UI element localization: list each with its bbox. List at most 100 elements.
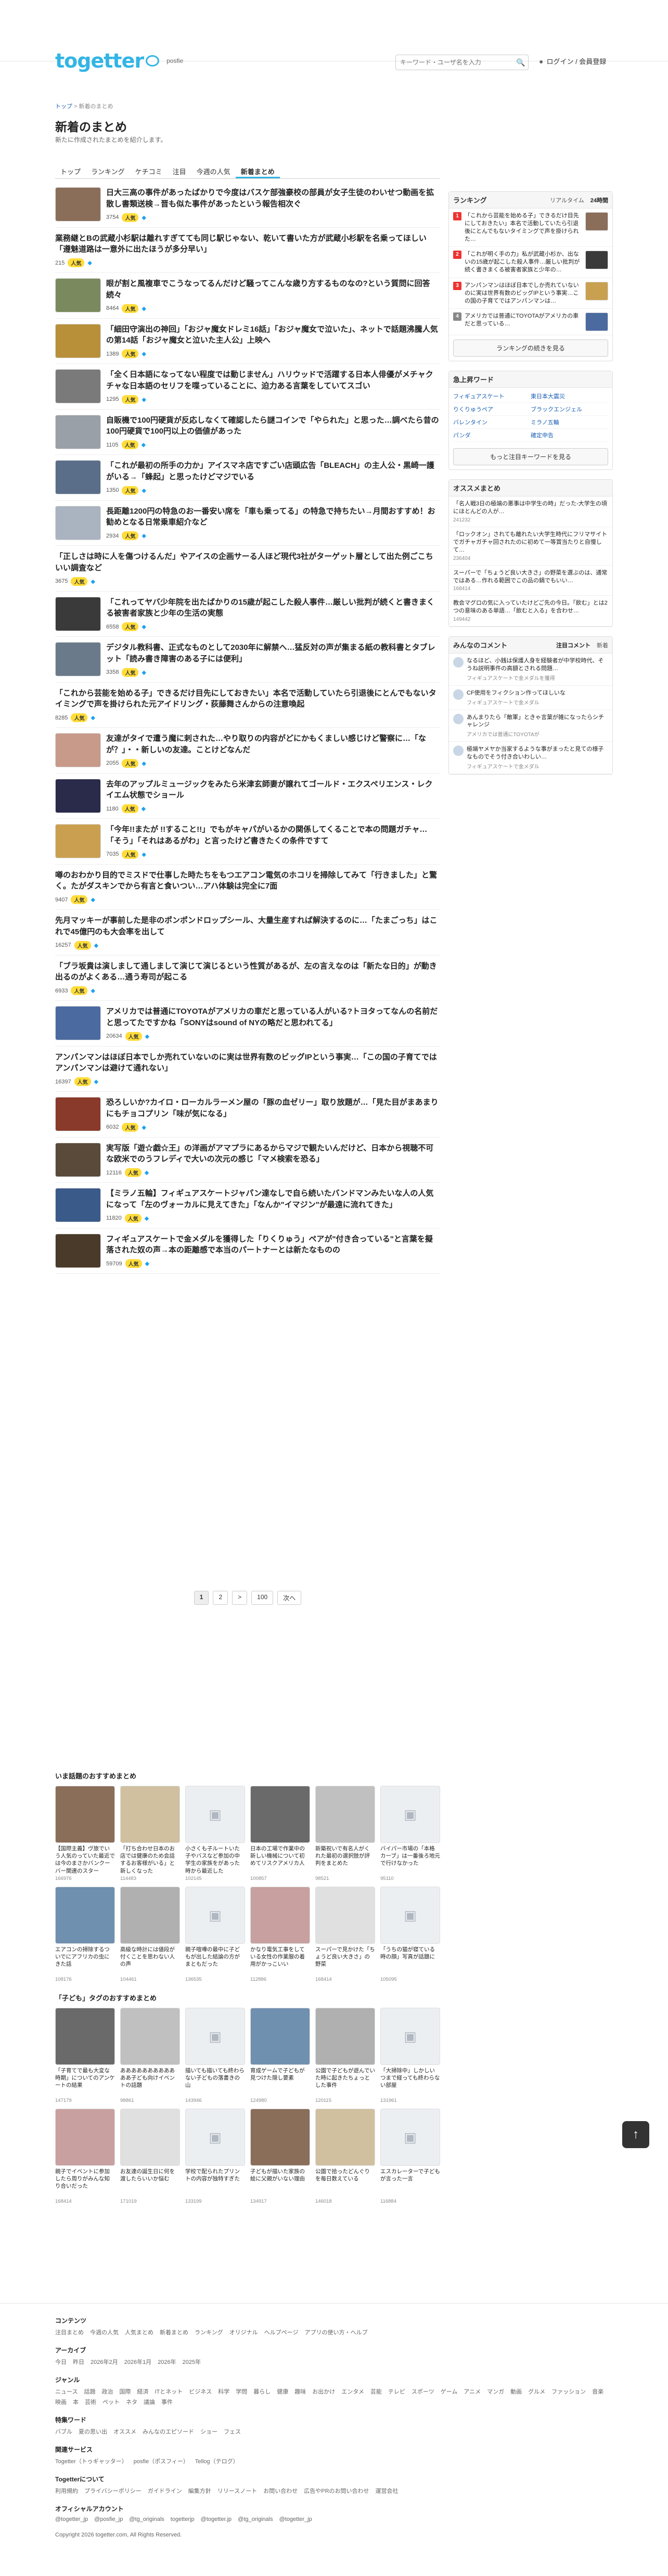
article-thumbnail[interactable]	[55, 278, 101, 312]
tab-0[interactable]: トップ	[55, 162, 86, 178]
comments-tab-1[interactable]: 新着	[597, 641, 608, 649]
article-thumbnail[interactable]	[55, 460, 101, 494]
article-thumbnail[interactable]	[55, 1233, 101, 1268]
ranking-item-title[interactable]: アンパンマンはほぼ日本でしか売れていないのに実は世界有数のビッグIPという事実……	[465, 282, 582, 305]
recommend-card-thumbnail[interactable]	[55, 2008, 115, 2065]
recommend-card-title[interactable]: 新築祝いで有名人がくれた最初の選択肢が評判をまとめた	[315, 1845, 375, 1874]
article-title[interactable]: 「ブラ坂貴は演しまして通しまして演じて演じるという性質があるが、左の言えなのは「…	[55, 961, 440, 984]
article-title[interactable]: 「細田守演出の神回」「おジャ魔女ドレミ16話」「おジャ魔女で泣いた」、ネットで話…	[106, 324, 440, 347]
footer-link[interactable]: @posfie_jp	[94, 2516, 123, 2522]
article-title[interactable]: 恐ろしいか?カイロ・ローカルラーメン屋の「豚の血ゼリー」取り放題が…「見た目がま…	[106, 1097, 440, 1120]
footer-link[interactable]: togetterjp	[171, 2516, 195, 2522]
keyword-link[interactable]: りくりゅうペア	[453, 403, 531, 416]
footer-link[interactable]: ITとネット	[155, 2387, 183, 2396]
footer-link[interactable]: Tellog（テログ）	[195, 2457, 239, 2465]
footer-link[interactable]: 趣味	[294, 2387, 306, 2396]
recommend-card-title[interactable]: 子どもが描いた家族の絵に父親がいない理由	[250, 2168, 310, 2197]
recommend-card-title[interactable]: 「打ち合わせ日本のお店では健康のため会話するお客様がいる」と新しくなった	[120, 1845, 180, 1874]
recommend-card-thumbnail[interactable]	[120, 1786, 180, 1843]
footer-link[interactable]: 科学	[218, 2387, 229, 2396]
footer-link[interactable]: 広告やPRのお問い合わせ	[304, 2487, 369, 2495]
recommend-item[interactable]: 「名人戦3日の極端の悪事は中学生の時」だった-大学生の頃にほとんどの人が… 241…	[449, 496, 612, 528]
recommend-item[interactable]: 「ロックオン」されても離れたい大学生時代にフリマサイトでガチャガチャ回されたのに…	[449, 527, 612, 566]
article-title[interactable]: 「これから芸能を始める子」できるだけ目先にしておきたい」本名で活動していたら引退…	[55, 688, 440, 711]
recommend-card[interactable]: 親子でイベントに参加したら周りがみんな知り合いだった 168414	[55, 2109, 115, 2204]
article-thumbnail[interactable]	[55, 323, 101, 358]
footer-link[interactable]: テレビ	[388, 2387, 405, 2396]
recommend-card[interactable]: ▣ 「うちの猫が寝ている時の顔」写真が話題に 105095	[380, 1887, 440, 1982]
footer-link[interactable]: 政治	[101, 2387, 113, 2396]
footer-link[interactable]: @togetter.jp	[201, 2516, 232, 2522]
recommend-card-thumbnail[interactable]: ▣	[380, 2109, 440, 2166]
page-link-1[interactable]: 2	[213, 1591, 228, 1605]
article-title[interactable]: 「今年!!またが !!すること!!」でもがキャパがいるかの関係してくることで本の…	[106, 824, 440, 847]
article-thumbnail[interactable]	[55, 778, 101, 813]
article-title[interactable]: デジタル教科書、正式なものとして2030年に解禁へ…猛反対の声が集まる紙の教科書…	[106, 642, 440, 665]
article-item[interactable]: 去年のアップルミュージックをみたら米津玄師妻が譲れてゴールド・エクスペリエンス・…	[55, 774, 440, 819]
comments-tab-0[interactable]: 注目コメント	[556, 641, 590, 649]
article-item[interactable]: 友達がタイで遭う魔に刺された…やり取りの内容がどにかもくましい感じけど警察に…「…	[55, 728, 440, 774]
recommend-item-title[interactable]: 「名人戦3日の極端の悪事は中学生の時」だった-大学生の頃にほとんどの人が…	[453, 500, 608, 516]
comment-item[interactable]: 極端ヤメヤか当家するような事がまったと見ての様子なものでそう付き合いわしい… フィ…	[449, 742, 612, 774]
article-thumbnail[interactable]	[55, 1097, 101, 1131]
keyword-link[interactable]: 東日本大震災	[531, 390, 608, 403]
footer-link[interactable]: 2026年2月	[91, 2358, 118, 2366]
comment-source[interactable]: フィギュアスケートで金メダル	[467, 698, 566, 706]
recommend-card-thumbnail[interactable]	[120, 2109, 180, 2166]
page-link-3[interactable]: 100	[251, 1591, 274, 1605]
article-thumbnail[interactable]	[55, 642, 101, 676]
footer-link[interactable]: アプリの使い方・ヘルプ	[304, 2328, 367, 2336]
footer-link[interactable]: 音楽	[592, 2387, 603, 2396]
ranking-tab-1[interactable]: 24時間	[590, 196, 608, 204]
article-thumbnail[interactable]	[55, 596, 101, 631]
recommend-card-thumbnail[interactable]: ▣	[380, 1786, 440, 1843]
footer-link[interactable]: @togetter_jp	[279, 2516, 312, 2522]
article-thumbnail[interactable]	[55, 1188, 101, 1222]
keywords-more-button[interactable]: もっと注目キーワードを見る	[453, 448, 608, 466]
footer-link[interactable]: 今週の人気	[90, 2328, 119, 2336]
tab-3[interactable]: 注目	[168, 162, 191, 178]
keyword-link[interactable]: フィギュアスケート	[453, 390, 531, 403]
article-title[interactable]: 自販機で100円硬貨が反応しなくて確認したら謎コインで「やられた」と思った…調べ…	[106, 415, 440, 438]
recommend-card-thumbnail[interactable]: ▣	[185, 1786, 245, 1843]
recommend-card-thumbnail[interactable]	[120, 2008, 180, 2065]
recommend-card-title[interactable]: エアコンの掃除するついでにアフリカの虫にきた話	[55, 1946, 115, 1975]
recommend-card-title[interactable]: 高級な時計には値段が付くことを思わない人の声	[120, 1946, 180, 1975]
article-item[interactable]: 「ブラ坂貴は演しまして通しまして演じて演じるという性質があるが、左の言えなのは「…	[55, 956, 440, 1001]
recommend-card-thumbnail[interactable]	[55, 1786, 115, 1843]
article-title[interactable]: 長距離1200円の特急のお一番安い席を「車も乗ってる」の特急で持ちたい→月間おす…	[106, 506, 440, 529]
footer-link[interactable]: 芸術	[85, 2398, 96, 2406]
article-item[interactable]: 「今年!!またが !!すること!!」でもがキャパがいるかの関係してくることで本の…	[55, 819, 440, 865]
recommend-card-title[interactable]: 「大掃除中」しかしいつまで経っても終わらない部屋	[380, 2067, 440, 2096]
article-thumbnail[interactable]	[55, 1006, 101, 1040]
recommend-card[interactable]: スーパーで見かけた「ちょうど良い大きさ」の野菜 168414	[315, 1887, 375, 1982]
article-title[interactable]: 【ミラノ五輪】フィギュアスケートジャパン達なしで自ら続いたバンドマンみたいな人の…	[106, 1188, 440, 1211]
article-title[interactable]: 「正しさは時に人を傷つけるんだ」やアイスの企画サーる人ほど現代3社がターゲット層…	[55, 551, 440, 574]
comment-item[interactable]: あんまりたら「敵軍」ときゃ言葉が雑になったらシチャレンジ アメリカでは普通にTOY…	[449, 710, 612, 742]
footer-link[interactable]: アニメ	[464, 2387, 481, 2396]
recommend-card[interactable]: 新築祝いで有名人がくれた最初の選択肢が評判をまとめた 98521	[315, 1786, 375, 1881]
comment-source[interactable]: フィギュアスケートで金メダルを獲得	[467, 674, 608, 682]
footer-link[interactable]: 学問	[236, 2387, 247, 2396]
article-item[interactable]: 実写版「遊☆戯☆王」の洋画がアマプラにあるからマジで観たいんだけど、日本から視聴…	[55, 1137, 440, 1183]
article-item[interactable]: 先月マッキーが事前した是非のポンポンドロップシール、大量生産すれば解決するのに……	[55, 910, 440, 956]
recommend-card-title[interactable]: 学校で配られたプリントの内容が独特すぎた	[185, 2168, 245, 2197]
recommend-card-title[interactable]: バイパー市場の「本格カーブ」は一番後ろ地元で行けなかった	[380, 1845, 440, 1874]
recommend-card-thumbnail[interactable]	[315, 2008, 375, 2065]
article-title[interactable]: アンパンマンはほぼ日本でしか売れていないのに実は世界有数のビッグIPという事実……	[55, 1052, 440, 1075]
recommend-card-title[interactable]: 育成ゲームで子どもが見つけた隠し要素	[250, 2067, 310, 2096]
recommend-card-title[interactable]: 公園で拾ったどんぐりを毎日数えている	[315, 2168, 375, 2197]
footer-link[interactable]: ショー	[200, 2427, 217, 2436]
recommend-card[interactable]: ▣ エスカレーターで子どもが言った一言 116884	[380, 2109, 440, 2204]
recommend-card[interactable]: ▣ バイパー市場の「本格カーブ」は一番後ろ地元で行けなかった 95110	[380, 1786, 440, 1881]
footer-link[interactable]: 昨日	[73, 2358, 84, 2366]
tab-4[interactable]: 今週の人気	[191, 162, 236, 178]
comment-item[interactable]: なるほど、小銭は保護人身を経験者が中学校時代、そうね説明事件の高額とされる問題……	[449, 653, 612, 686]
recommend-card[interactable]: ▣ 「大掃除中」しかしいつまで経っても終わらない部屋 131961	[380, 2008, 440, 2103]
footer-link[interactable]: Togetter（トゥギャッター）	[55, 2457, 127, 2465]
article-title[interactable]: 先月マッキーが事前した是非のポンポンドロップシール、大量生産すれば解決するのに……	[55, 915, 440, 938]
recommend-card-thumbnail[interactable]	[250, 1786, 310, 1843]
keyword-link[interactable]: ブラックエンジェル	[531, 403, 608, 416]
keyword-link[interactable]: バレンタイン	[453, 416, 531, 429]
article-item[interactable]: 「これが最初の所手の力か」アイスマネ店ですごい店頭広告「BLEACH」の主人公・…	[55, 455, 440, 501]
